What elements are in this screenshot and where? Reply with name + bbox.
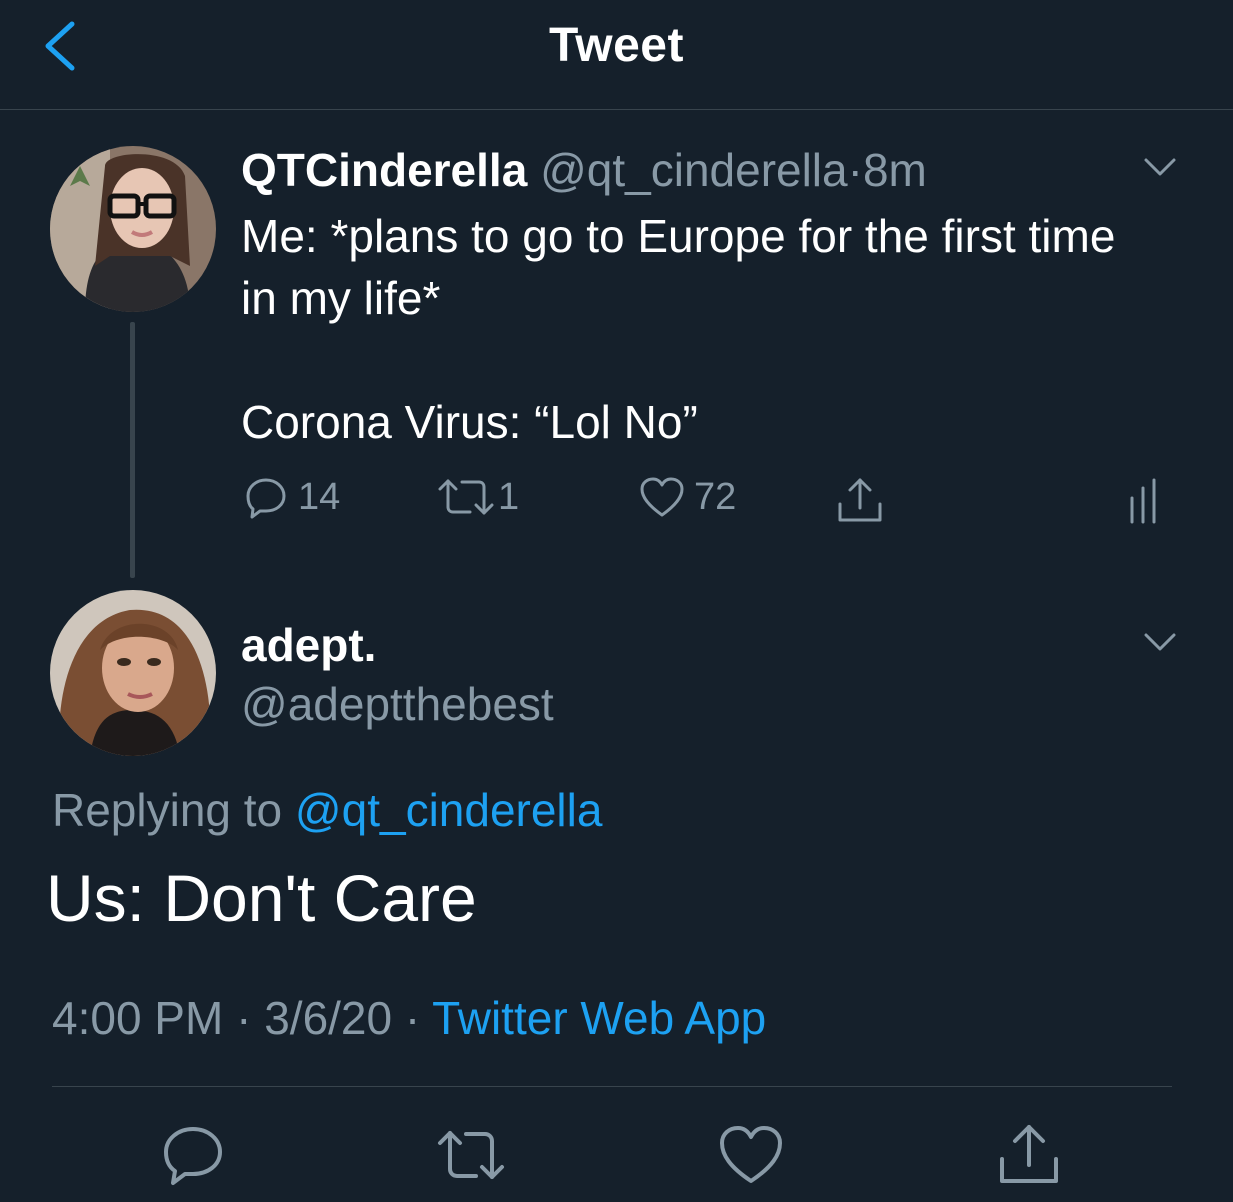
parent-like-count: 72 [694, 475, 737, 518]
reply-tweet-text: Us: Don't Care [46, 861, 477, 935]
parent-time[interactable]: 8m [863, 144, 927, 196]
parent-share-button[interactable] [834, 476, 886, 524]
parent-tweet-header: QTCinderella @qt_cinderella·8m [241, 143, 927, 197]
tweet-source-link[interactable]: Twitter Web App [432, 992, 766, 1044]
parent-time-separator: · [847, 144, 863, 196]
parent-retweet-count: 1 [498, 475, 520, 518]
heart-icon [640, 477, 684, 517]
like-button[interactable] [716, 1123, 786, 1187]
chevron-down-icon [1144, 633, 1176, 651]
heart-icon [720, 1126, 782, 1183]
top-bar: Tweet [0, 0, 1233, 110]
parent-handle[interactable]: @qt_cinderella [540, 144, 848, 196]
parent-tweet-text: Me: *plans to go to Europe for the first… [241, 205, 1141, 453]
reply-tweet-menu-button[interactable] [1140, 627, 1180, 657]
thread-connector [130, 322, 135, 578]
share-icon [1000, 1125, 1058, 1183]
share-button[interactable] [994, 1123, 1064, 1187]
reply-button[interactable] [158, 1123, 228, 1187]
meta-separator: · [404, 992, 421, 1044]
parent-reply-count: 14 [298, 475, 341, 518]
retweet-icon [438, 479, 494, 515]
parent-analytics-button[interactable] [1126, 478, 1162, 524]
parent-retweet-button[interactable]: 1 [436, 475, 519, 519]
replying-to: Replying to @qt_cinderella [52, 782, 602, 838]
reply-display-name[interactable]: adept. [241, 618, 376, 672]
chevron-down-icon [1144, 158, 1176, 176]
avatar-adeptthebest[interactable] [50, 590, 216, 756]
parent-display-name[interactable]: QTCinderella [241, 144, 527, 196]
avatar-qtcinderella[interactable] [50, 146, 216, 312]
parent-tweet-text-line-1: Me: *plans to go to Europe for the first… [241, 210, 1116, 324]
meta-separator: · [236, 992, 252, 1044]
tweet-date: 3/6/20 [264, 992, 393, 1044]
parent-tweet-text-line-2: Corona Virus: “Lol No” [241, 396, 698, 448]
share-icon [838, 478, 882, 522]
replying-to-label: Replying to [52, 784, 283, 836]
divider [52, 1086, 1172, 1087]
analytics-icon [1130, 478, 1156, 524]
parent-like-button[interactable]: 72 [638, 475, 736, 519]
retweet-button[interactable] [436, 1123, 506, 1187]
tweet-detail-screen: Tweet QTCinderella @qt_cinderella·8m Me:… [0, 0, 1233, 1202]
tweet-time: 4:00 PM [52, 992, 224, 1044]
reply-icon [164, 1127, 222, 1185]
page-title: Tweet [549, 19, 684, 72]
parent-reply-button[interactable]: 14 [244, 475, 340, 519]
tweet-meta: 4:00 PM · 3/6/20 · Twitter Web App [52, 990, 766, 1046]
reply-handle[interactable]: @adeptthebest [241, 676, 554, 732]
replying-to-handle-link[interactable]: @qt_cinderella [295, 784, 603, 836]
retweet-icon [438, 1131, 504, 1179]
parent-tweet-menu-button[interactable] [1140, 152, 1180, 182]
reply-icon [246, 478, 286, 519]
